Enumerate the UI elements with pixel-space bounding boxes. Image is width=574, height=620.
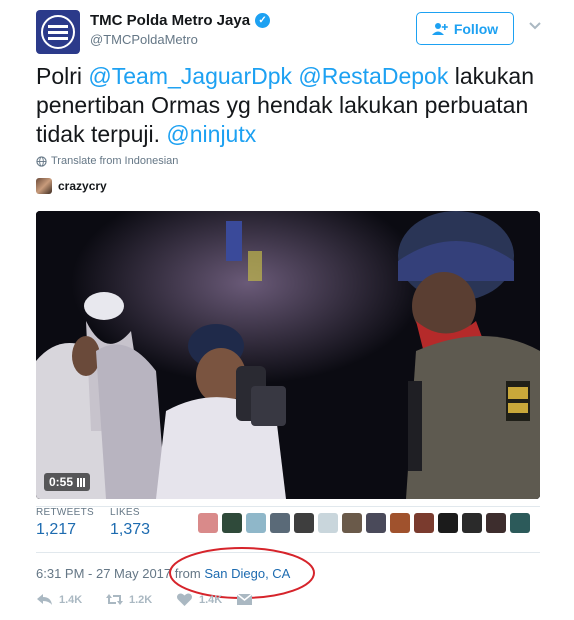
reply-action[interactable]: 1.4K [36, 592, 106, 607]
engagement-stats: RETWEETS 1,217 LIKES 1,373 [36, 507, 540, 549]
like-action[interactable]: 1.4K [176, 592, 236, 607]
retweets-label: RETWEETS [36, 507, 94, 518]
retweet-icon [106, 594, 123, 605]
reply-count: 1.4K [59, 593, 83, 606]
liker-avatar[interactable] [414, 513, 434, 533]
likes-value: 1,373 [110, 521, 151, 538]
account-avatar[interactable] [36, 10, 80, 54]
liker-avatar[interactable] [294, 513, 314, 533]
liker-avatar[interactable] [270, 513, 290, 533]
direct-message-action[interactable] [236, 592, 266, 607]
video-player[interactable]: 0:55 [36, 211, 540, 499]
verified-badge-icon: ✓ [255, 13, 271, 28]
retweet-action[interactable]: 1.2K [106, 592, 176, 607]
liker-avatar[interactable] [462, 513, 482, 533]
mention-team-jaguardpk[interactable]: @Team_JaguarDpk [88, 63, 292, 89]
liker-avatar[interactable] [366, 513, 386, 533]
liker-avatar[interactable] [222, 513, 242, 533]
media-credit[interactable]: crazycry [36, 178, 107, 194]
credit-name: crazycry [58, 179, 107, 193]
chevron-down-icon[interactable] [528, 18, 542, 32]
translate-link[interactable]: Translate from Indonesian [36, 155, 178, 167]
mention-ninjutx[interactable]: @ninjutx [166, 121, 256, 147]
retweets-stat[interactable]: RETWEETS 1,217 [36, 507, 94, 539]
video-frame-image [36, 211, 540, 499]
liker-avatar[interactable] [318, 513, 338, 533]
account-name[interactable]: TMC Polda Metro Jaya [90, 12, 250, 29]
translate-label: Translate from Indonesian [51, 155, 179, 167]
mention-restadepok[interactable]: @RestaDepok [298, 63, 448, 89]
like-count: 1.4K [199, 593, 223, 606]
liker-avatar[interactable] [390, 513, 410, 533]
likes-label: LIKES [110, 507, 140, 518]
account-name-row[interactable]: TMC Polda Metro Jaya ✓ [90, 12, 271, 29]
likes-stat[interactable]: LIKES 1,373 [110, 507, 150, 539]
liker-avatar[interactable] [342, 513, 362, 533]
liker-avatar[interactable] [198, 513, 218, 533]
follow-button[interactable]: Follow [416, 12, 514, 45]
retweets-value: 1,217 [36, 521, 77, 538]
follow-button-label: Follow [453, 20, 499, 37]
envelope-icon [236, 593, 253, 605]
heart-icon [177, 593, 192, 606]
add-user-icon [431, 22, 448, 35]
tweet-text-prefix: Polri [36, 63, 89, 89]
volume-bars-icon [77, 477, 86, 487]
liker-avatar[interactable] [510, 513, 530, 533]
video-duration-badge: 0:55 [44, 473, 91, 491]
tweet-actions: 1.4K 1.2K 1.4K [36, 592, 266, 607]
tweet-header: TMC Polda Metro Jaya ✓ @TMCPoldaMetro Fo… [36, 8, 546, 54]
liker-avatar[interactable] [246, 513, 266, 533]
liker-avatar[interactable] [438, 513, 458, 533]
account-handle[interactable]: @TMCPoldaMetro [90, 32, 198, 47]
video-duration: 0:55 [49, 475, 74, 489]
tweet-text: Polri @Team_JaguarDpk @RestaDepok lakuka… [36, 62, 546, 149]
liker-avatar[interactable] [486, 513, 506, 533]
retweet-count: 1.2K [129, 593, 153, 606]
reply-icon [37, 594, 52, 605]
globe-icon [36, 155, 47, 167]
credit-avatar [36, 178, 52, 194]
liker-avatars [198, 513, 530, 533]
